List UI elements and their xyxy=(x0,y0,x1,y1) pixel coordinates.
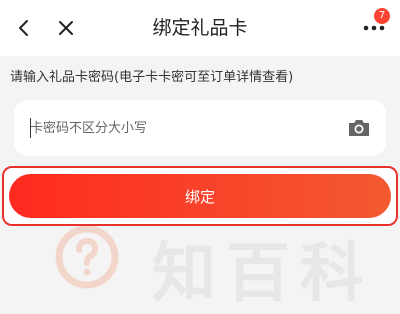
chevron-left-icon xyxy=(19,20,28,36)
bind-button-highlight: 绑定 xyxy=(2,166,398,226)
top-navigation-bar: 绑定礼品卡 7 xyxy=(0,0,400,56)
close-button[interactable] xyxy=(48,10,84,46)
text-caret xyxy=(30,118,31,138)
more-dots-icon xyxy=(363,25,385,31)
question-logo-icon xyxy=(55,225,119,289)
more-menu-button[interactable]: 7 xyxy=(354,8,394,46)
watermark-text: 知百科 xyxy=(152,237,374,311)
password-hint-text: 请输入礼品卡密码(电子卡卡密可至订单详情查看) xyxy=(10,70,294,85)
close-icon xyxy=(59,21,73,35)
scan-camera-button[interactable] xyxy=(346,116,372,140)
back-button[interactable] xyxy=(6,10,42,46)
page-title: 绑定礼品卡 xyxy=(152,17,248,39)
card-password-input[interactable] xyxy=(30,114,330,142)
card-password-input-card xyxy=(14,100,386,156)
watermark: 知百科 xyxy=(52,220,400,311)
bind-button[interactable]: 绑定 xyxy=(9,174,391,218)
notification-badge: 7 xyxy=(374,8,390,24)
camera-icon xyxy=(349,120,369,136)
